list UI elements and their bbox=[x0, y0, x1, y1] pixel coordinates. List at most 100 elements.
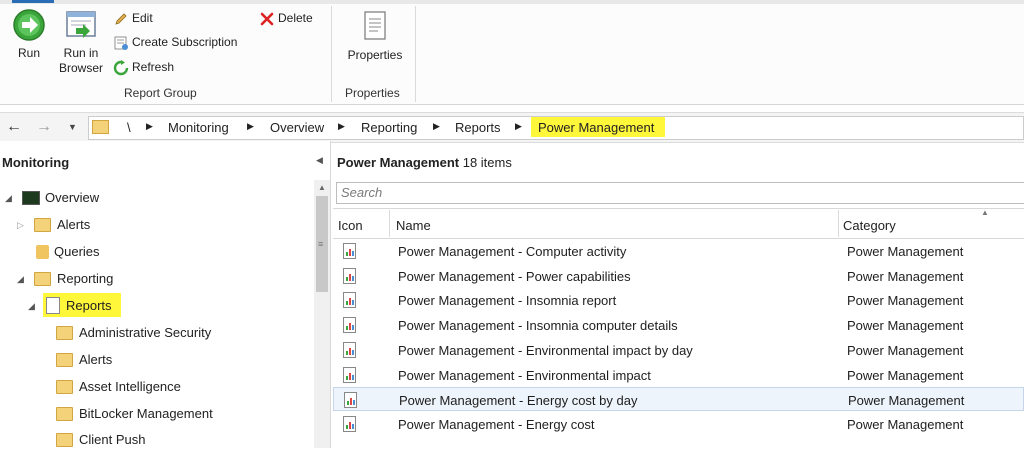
tree-item-client-push[interactable]: Client Push bbox=[56, 431, 145, 449]
sort-ascending-icon: ▲ bbox=[981, 208, 989, 217]
tree-item-asset-intelligence[interactable]: Asset Intelligence bbox=[56, 378, 181, 396]
edit-label: Edit bbox=[132, 11, 153, 25]
report-icon bbox=[343, 243, 356, 259]
delete-label: Delete bbox=[278, 11, 313, 25]
run-icon bbox=[13, 9, 45, 41]
ribbon-group-divider bbox=[331, 6, 332, 102]
column-header-category[interactable]: Category bbox=[843, 218, 896, 233]
report-icon bbox=[343, 292, 356, 308]
subscription-icon bbox=[114, 36, 128, 50]
delete-button[interactable]: Delete bbox=[259, 8, 313, 28]
row-name: Power Management - Environmental impact bbox=[398, 368, 651, 383]
delete-x-icon bbox=[260, 12, 274, 26]
folder-icon bbox=[56, 432, 73, 447]
collapse-pane-icon[interactable]: ◀ bbox=[316, 155, 323, 166]
run-label: Run bbox=[17, 46, 40, 60]
back-arrow-icon[interactable]: ← bbox=[6, 118, 22, 136]
breadcrumb-power-management[interactable]: Power Management bbox=[538, 120, 654, 135]
pencil-icon bbox=[115, 13, 127, 25]
column-divider[interactable] bbox=[838, 210, 839, 237]
table-row[interactable]: Power Management - Insomnia report Power… bbox=[333, 288, 1024, 312]
scroll-up-icon[interactable]: ▲ bbox=[318, 183, 326, 192]
ribbon-group-divider-2 bbox=[415, 6, 416, 102]
tree-item-label: Alerts bbox=[57, 217, 91, 232]
tree-item-label: BitLocker Management bbox=[79, 406, 213, 421]
history-dropdown-icon[interactable]: ▼ bbox=[68, 122, 77, 132]
folder-icon bbox=[56, 352, 73, 367]
search-input[interactable] bbox=[337, 183, 1024, 201]
tree-expanded-arrow-icon[interactable]: ◢ bbox=[28, 301, 35, 312]
forward-arrow-icon[interactable]: → bbox=[36, 118, 52, 136]
report-group-label: Report Group bbox=[124, 86, 197, 100]
tree-expanded-arrow-icon[interactable]: ◢ bbox=[5, 193, 12, 204]
create-subscription-button[interactable]: Create Subscription bbox=[113, 32, 237, 52]
breadcrumb-reporting[interactable]: Reporting bbox=[361, 120, 417, 135]
table-row[interactable]: Power Management - Environmental impact … bbox=[333, 363, 1024, 387]
create-subscription-label: Create Subscription bbox=[132, 35, 238, 49]
table-row-selected[interactable]: Power Management - Energy cost by day Po… bbox=[333, 387, 1024, 411]
row-name: Power Management - Environmental impact … bbox=[398, 343, 693, 358]
row-name: Power Management - Energy cost by day bbox=[399, 393, 638, 408]
tree-item-alerts[interactable]: Alerts bbox=[34, 216, 90, 234]
row-category: Power Management bbox=[847, 269, 964, 284]
folder-icon bbox=[56, 379, 73, 394]
row-category: Power Management bbox=[847, 318, 964, 333]
column-header-name[interactable]: Name bbox=[396, 218, 431, 233]
breadcrumb-separator-icon: ▶ bbox=[338, 121, 345, 131]
column-header-icon[interactable]: Icon bbox=[338, 218, 363, 233]
refresh-icon bbox=[113, 59, 129, 75]
row-name: Power Management - Insomnia report bbox=[398, 293, 617, 308]
tree-item-label: Reporting bbox=[57, 271, 114, 286]
tree-item-label: Overview bbox=[45, 190, 100, 205]
tree-collapsed-arrow-icon[interactable]: ▷ bbox=[17, 220, 24, 231]
table-row[interactable]: Power Management - Power capabilities Po… bbox=[333, 264, 1024, 288]
row-category: Power Management bbox=[847, 368, 964, 383]
tree-item-queries[interactable]: Queries bbox=[36, 243, 100, 261]
tree-item-label: Alerts bbox=[79, 352, 113, 367]
run-button[interactable]: Run bbox=[8, 8, 50, 61]
navigation-pane-title: Monitoring bbox=[2, 155, 70, 170]
refresh-button[interactable]: Refresh bbox=[113, 57, 174, 77]
breadcrumb-separator-icon: ▶ bbox=[433, 121, 440, 131]
results-title: Power Management 18 items bbox=[337, 155, 512, 170]
column-divider[interactable] bbox=[389, 210, 390, 237]
breadcrumb-overview[interactable]: Overview bbox=[270, 120, 324, 135]
tree-item-administrative-security[interactable]: Administrative Security bbox=[56, 324, 211, 342]
folder-icon bbox=[92, 120, 109, 134]
tree-item-bitlocker-management[interactable]: BitLocker Management bbox=[56, 405, 213, 423]
scroll-grip-icon: ≡ bbox=[318, 239, 324, 249]
breadcrumb-monitoring[interactable]: Monitoring bbox=[168, 120, 229, 135]
tree-item-reporting[interactable]: Reporting bbox=[34, 270, 113, 288]
row-category: Power Management bbox=[847, 417, 964, 432]
query-icon bbox=[36, 244, 49, 259]
properties-button[interactable]: Properties bbox=[341, 10, 409, 63]
table-row[interactable]: Power Management - Environmental impact … bbox=[333, 338, 1024, 362]
report-icon bbox=[46, 297, 60, 315]
row-name: Power Management - Energy cost bbox=[398, 417, 595, 432]
tree-item-label: Administrative Security bbox=[79, 325, 212, 340]
breadcrumb-root[interactable]: \ bbox=[127, 120, 131, 135]
breadcrumb-separator-icon: ▶ bbox=[247, 121, 254, 131]
row-category: Power Management bbox=[847, 244, 964, 259]
ribbon-tab-strip bbox=[0, 0, 1024, 4]
edit-button[interactable]: Edit bbox=[113, 8, 153, 28]
tree-item-reports[interactable]: Reports bbox=[46, 297, 112, 315]
results-folder-name: Power Management bbox=[337, 155, 460, 170]
tree-item-label: Reports bbox=[66, 298, 112, 313]
tree-item-alerts-reports[interactable]: Alerts bbox=[56, 351, 112, 369]
tree-item-label: Client Push bbox=[79, 432, 146, 447]
properties-button-label: Properties bbox=[347, 48, 403, 62]
tree-expanded-arrow-icon[interactable]: ◢ bbox=[17, 274, 24, 285]
refresh-label: Refresh bbox=[132, 60, 175, 74]
search-box[interactable] bbox=[336, 182, 1024, 204]
run-in-browser-button[interactable]: Run in Browser bbox=[56, 8, 106, 76]
row-category: Power Management bbox=[848, 393, 965, 408]
table-row[interactable]: Power Management - Insomnia computer det… bbox=[333, 313, 1024, 337]
table-row[interactable]: Power Management - Computer activity Pow… bbox=[333, 239, 1024, 263]
breadcrumb-reports[interactable]: Reports bbox=[455, 120, 501, 135]
row-category: Power Management bbox=[847, 293, 964, 308]
folder-icon bbox=[34, 271, 51, 286]
tree-item-overview[interactable]: Overview bbox=[22, 189, 99, 207]
table-row[interactable]: Power Management - Energy cost Power Man… bbox=[333, 412, 1024, 436]
results-count: 18 items bbox=[462, 155, 512, 170]
